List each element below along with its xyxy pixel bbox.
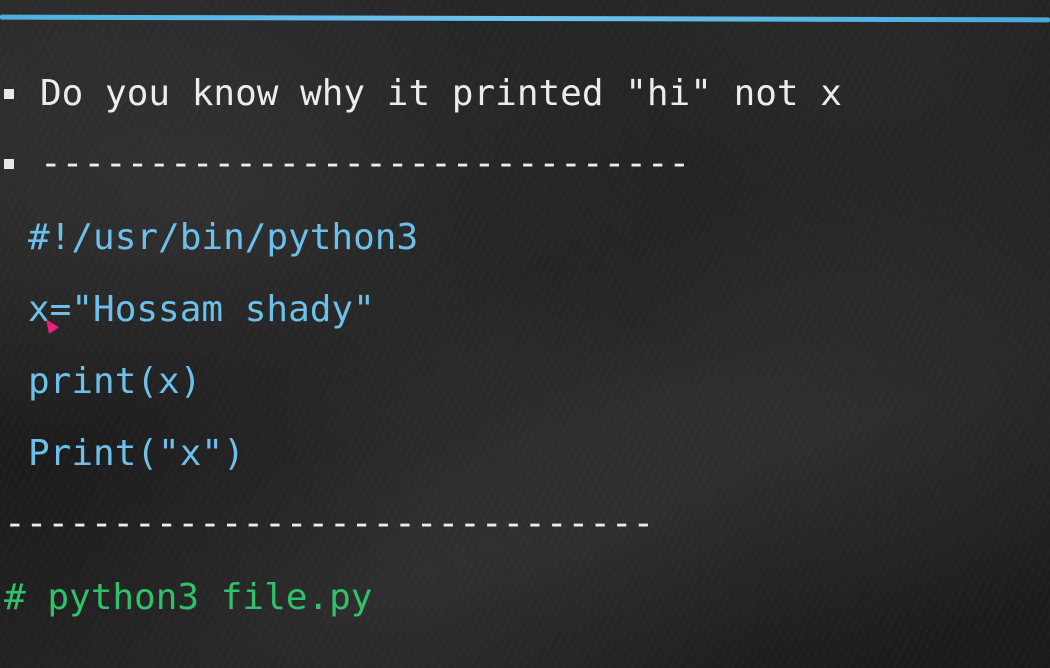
code-line-shebang: #!/usr/bin/python3 — [28, 217, 419, 258]
code-line-print-upper: Print("x") — [28, 433, 245, 474]
top-accent-rule — [0, 14, 1050, 23]
bullet-divider-text: ------------------------------ — [40, 143, 691, 184]
code-line-print-lower: print(x) — [28, 361, 202, 402]
code-line-assignment: x="Hossam shady" — [28, 289, 375, 330]
command-line: # python3 file.py — [4, 577, 373, 618]
bullet-question: Do you know why it printed "hi" not x — [4, 74, 842, 114]
bullet-divider: ------------------------------ — [4, 144, 690, 184]
square-bullet-icon — [4, 159, 14, 169]
square-bullet-icon — [4, 89, 14, 99]
question-text: Do you know why it printed "hi" not x — [40, 73, 842, 114]
separator-line: ------------------------------ — [4, 503, 655, 544]
slide-canvas: Do you know why it printed "hi" not x --… — [0, 0, 1050, 668]
